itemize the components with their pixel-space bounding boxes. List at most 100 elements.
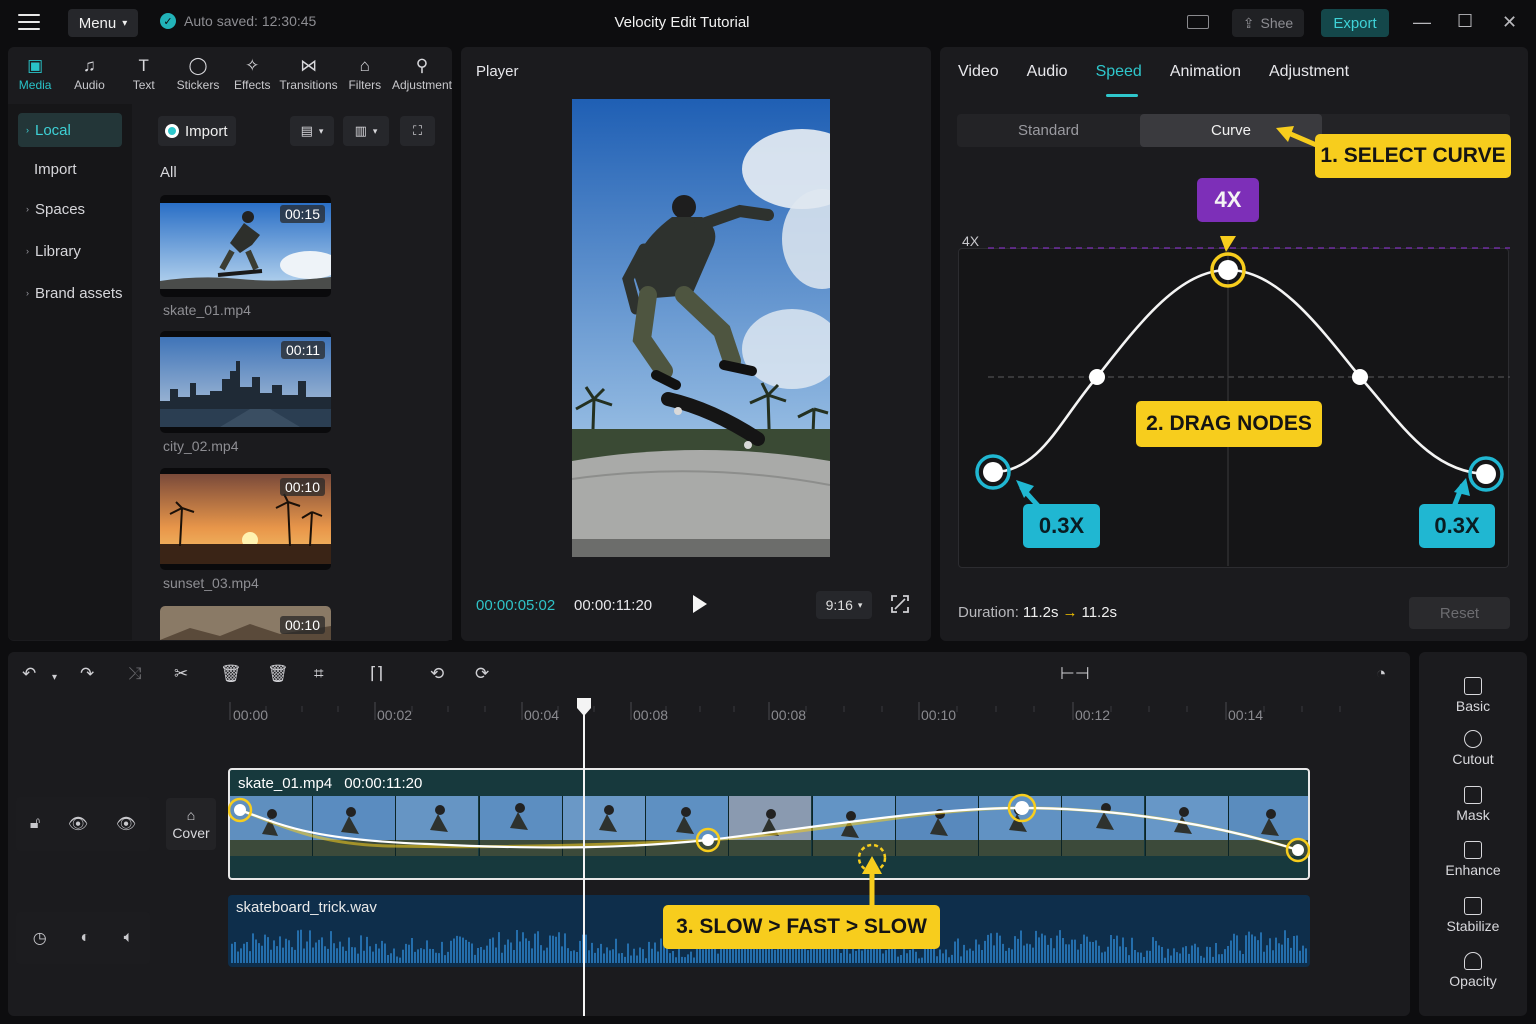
volume-icon[interactable]: 🔈︎ [124,929,134,947]
sidebar-item-local[interactable]: › Local [18,113,122,147]
audio-lock-icon[interactable]: ◐ [80,929,90,947]
total-timecode: 00:00:11:20 [574,597,653,614]
callout-slow-fast-slow: 3. SLOW > FAST > SLOW [663,905,940,949]
rail-basic[interactable]: Basic [1424,677,1522,714]
video-preview[interactable] [572,99,830,557]
tab-text[interactable]: T Text [117,48,171,100]
sidebar-item-import[interactable]: Import [18,152,122,186]
rail-cutout[interactable]: Cutout [1424,730,1522,767]
tab-transitions[interactable]: ⋈ Transitions [279,48,337,100]
speed-icon[interactable]: ◷ [33,928,47,948]
reset-button[interactable]: Reset [1409,597,1510,629]
tab-audio[interactable]: Audio [1027,63,1068,81]
snap-icon[interactable]: ⊢⊣ [1060,664,1090,684]
redo-icon[interactable]: ↷ [80,664,94,684]
callout-right-speed: 0.3X [1419,504,1495,548]
tab-speed[interactable]: Speed [1096,63,1142,81]
tab-video[interactable]: Video [958,63,999,81]
zoom-fit-icon[interactable]: ◔ [1376,664,1386,684]
media-item-sunset[interactable]: 00:10 [160,468,331,570]
cover-button[interactable]: ⌂ Cover [166,798,216,850]
ruler-label: 00:12 [1075,707,1111,723]
mirror-icon[interactable]: ⟳ [475,664,489,684]
minimize-icon[interactable]: — [1413,12,1431,33]
chevron-right-icon: › [26,125,29,135]
curve-node[interactable] [1352,369,1368,385]
enhance-icon [1464,841,1482,859]
sidebar-item-spaces[interactable]: › Spaces [18,192,122,226]
play-icon[interactable] [693,595,707,613]
close-icon[interactable]: ✕ [1502,12,1517,33]
chevron-down-icon[interactable]: ▾ [52,668,57,688]
adjustment-icon: ⚲ [415,55,429,75]
maximize-icon[interactable]: ☐ [1457,11,1473,32]
media-item-skate[interactable]: 00:15 [160,195,331,297]
layout-toggle-button[interactable]: ▤ ▾ [290,116,334,146]
ruler-label: 00:10 [921,707,957,723]
sidebar-item-library[interactable]: › Library [18,234,122,268]
share-button[interactable]: ⇪ Shee [1232,9,1304,37]
tab-stickers[interactable]: ◯ Stickers [171,48,225,100]
duration-readout: Duration: 11.2s → 11.2s [958,604,1117,621]
sort-button[interactable]: ▥ ▾ [343,116,389,146]
cut-icon[interactable]: ✂ [174,664,188,684]
freeze-icon[interactable]: ⌈⌉ [370,664,383,684]
tab-adjustment[interactable]: ⚲ Adjustment [392,48,452,100]
media-item-clip-4[interactable]: 00:10 [160,606,331,640]
sidebar-item-label: Import [34,160,77,178]
delete-icon[interactable]: 🗑 [220,664,242,684]
rail-label: Basic [1455,698,1491,714]
duration-original: 11.2s [1022,604,1059,621]
media-sidebar: › Local Import › Spaces › Library › Brand as… [8,104,132,640]
tab-label: Text [132,77,155,92]
tool-tabs: ▣ Media ♫ Audio T Text ◯ Stickers ✧ Effects ⋈… [8,48,452,100]
delete-all-icon[interactable]: 🗑 [267,664,289,684]
cutout-icon [1464,730,1482,748]
sidebar-item-brand-assets[interactable]: › Brand assets [18,276,130,310]
rail-enhance[interactable]: Enhance [1424,841,1522,878]
mode-standard[interactable]: Standard [957,114,1140,147]
share-label: Shee [1260,15,1294,31]
sidebar-item-label: Library [35,242,81,260]
media-item-city[interactable]: 00:11 [160,331,331,433]
tab-media[interactable]: ▣ Media [8,48,62,100]
fullscreen-icon[interactable] [891,595,909,613]
tab-filters[interactable]: ⌂ Filters [338,48,392,100]
curve-node[interactable] [1089,369,1105,385]
lock-icon[interactable]: 🔓︎ [30,815,40,833]
curve-node-start[interactable] [983,462,1003,482]
mask-icon [1464,786,1482,804]
undo-icon[interactable]: ↶ [22,664,36,684]
rail-mask[interactable]: Mask [1424,786,1522,823]
aspect-ratio-select[interactable]: 9:16 ▾ [816,591,872,619]
filter-icon: ⌂ [359,55,370,75]
import-button[interactable]: Import [158,116,236,146]
sort-icon: ▥ [354,123,367,138]
export-button[interactable]: Export [1321,9,1389,37]
curve-node-end[interactable] [1476,464,1496,484]
sidebar-item-label: Spaces [35,200,86,218]
keyboard-icon[interactable] [1187,15,1209,29]
rail-opacity[interactable]: Opacity [1424,952,1522,989]
tab-animation[interactable]: Animation [1170,63,1241,81]
eye-icon[interactable]: 👁︎ [68,814,88,834]
curve-node-peak[interactable] [1218,260,1238,280]
playhead[interactable] [574,696,594,1016]
reverse-icon[interactable]: ⟲ [430,664,444,684]
preview-frame [572,99,830,557]
expand-icon: ⛶ [412,123,423,138]
duration-badge: 00:15 [279,205,325,223]
rail-stabilize[interactable]: Stabilize [1424,897,1522,934]
eye-icon[interactable]: 👁︎ [116,814,136,834]
basic-icon [1464,677,1482,695]
tab-effects[interactable]: ✧ Effects [225,48,279,100]
tab-adjustment[interactable]: Adjustment [1269,63,1349,81]
expand-button[interactable]: ⛶ [400,116,435,146]
filter-label: All [160,164,177,181]
split-icon[interactable]: ⤨ [128,664,142,684]
tab-label: Transitions [279,77,338,92]
crop-icon[interactable]: ⌗ [314,664,324,684]
tab-label: Audio [74,77,105,92]
sticker-icon: ◯ [188,55,208,75]
tab-audio[interactable]: ♫ Audio [62,48,116,100]
